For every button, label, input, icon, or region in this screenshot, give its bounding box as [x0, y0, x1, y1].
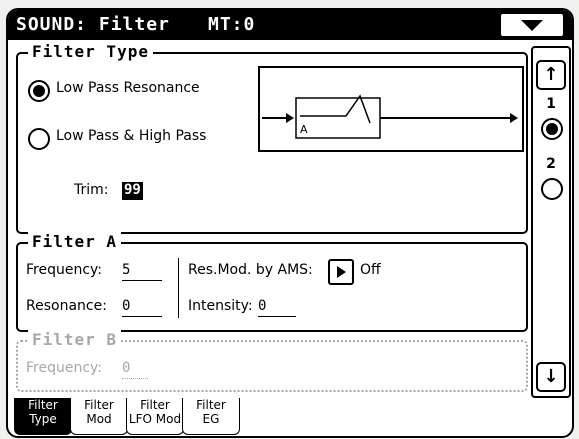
frequency-label: Frequency: — [26, 262, 103, 278]
tab-filter-eg-line2: EG — [202, 412, 220, 426]
low-pass-high-pass-label: Low Pass & High Pass — [56, 128, 207, 144]
filter-diagram-graphic: A — [262, 94, 518, 139]
tab-filter-type-line1: Filter — [28, 398, 58, 412]
sound-filter-window: SOUND: Filter MT:0 Filter Type Low Pass … — [6, 8, 574, 438]
filter-diagram-label: A — [300, 123, 308, 136]
filter-b-frequency-field: 0 — [122, 360, 148, 379]
radio-low-pass-resonance[interactable] — [28, 80, 50, 102]
filter-a-divider — [178, 258, 179, 318]
page-2-radio[interactable] — [541, 178, 563, 200]
res-mod-value: Off — [360, 262, 381, 278]
scroll-up-button[interactable]: ↑ — [536, 60, 566, 90]
filter-b-group: Filter B Frequency: 0 — [16, 330, 528, 392]
filter-b-title: Filter B — [28, 330, 122, 349]
trim-value-field[interactable]: 99 — [122, 182, 143, 200]
page-scroll-column: ↑ 1 2 ↓ — [531, 46, 571, 398]
tab-filter-mod-line2: Mod — [86, 412, 112, 426]
page-1-label: 1 — [546, 96, 556, 112]
scroll-down-button[interactable]: ↓ — [536, 362, 566, 392]
low-pass-resonance-label: Low Pass Resonance — [56, 80, 200, 96]
resonance-label: Resonance: — [26, 298, 107, 314]
trim-label: Trim: — [74, 182, 109, 198]
filter-a-group: Filter A Frequency: 5 Resonance: 0 Res.M… — [16, 232, 528, 332]
frequency-field[interactable]: 5 — [122, 262, 162, 281]
tab-filter-type[interactable]: Filter Type — [14, 398, 72, 435]
page-1-radio[interactable] — [541, 118, 563, 140]
filter-type-title: Filter Type — [28, 42, 153, 61]
radio-low-pass-high-pass[interactable] — [28, 128, 50, 150]
tab-filter-mod[interactable]: Filter Mod — [70, 398, 128, 435]
filter-b-frequency-label: Frequency: — [26, 360, 103, 376]
arrow-up-icon: ↑ — [543, 64, 559, 85]
res-mod-popup-button[interactable] — [328, 259, 354, 285]
page-title: SOUND: Filter — [16, 14, 170, 35]
filter-a-title: Filter A — [28, 232, 122, 251]
title-bar: SOUND: Filter MT:0 — [8, 10, 572, 40]
intensity-label: Intensity: — [188, 298, 253, 314]
tab-filter-type-line2: Type — [29, 412, 57, 426]
tab-filter-lfo-mod-line2: LFO Mod — [128, 412, 182, 426]
page-menu-button[interactable] — [501, 14, 563, 36]
page-2-label: 2 — [546, 156, 556, 172]
filter-diagram: A — [258, 66, 524, 152]
arrow-down-icon: ↓ — [543, 366, 559, 387]
tab-filter-lfo-mod-line1: Filter — [140, 398, 170, 412]
menu-triangle-icon — [521, 20, 543, 31]
res-mod-label: Res.Mod. by AMS: — [188, 262, 313, 278]
tab-filter-eg[interactable]: Filter EG — [182, 398, 240, 435]
resonance-field[interactable]: 0 — [122, 298, 162, 317]
intensity-field[interactable]: 0 — [258, 298, 296, 317]
triangle-right-icon — [337, 266, 346, 278]
filter-type-group: Filter Type Low Pass Resonance Low Pass … — [16, 42, 528, 234]
mt-label: MT:0 — [208, 14, 256, 35]
tab-filter-eg-line1: Filter — [196, 398, 226, 412]
tab-filter-mod-line1: Filter — [84, 398, 114, 412]
tab-filter-lfo-mod[interactable]: Filter LFO Mod — [126, 398, 184, 435]
